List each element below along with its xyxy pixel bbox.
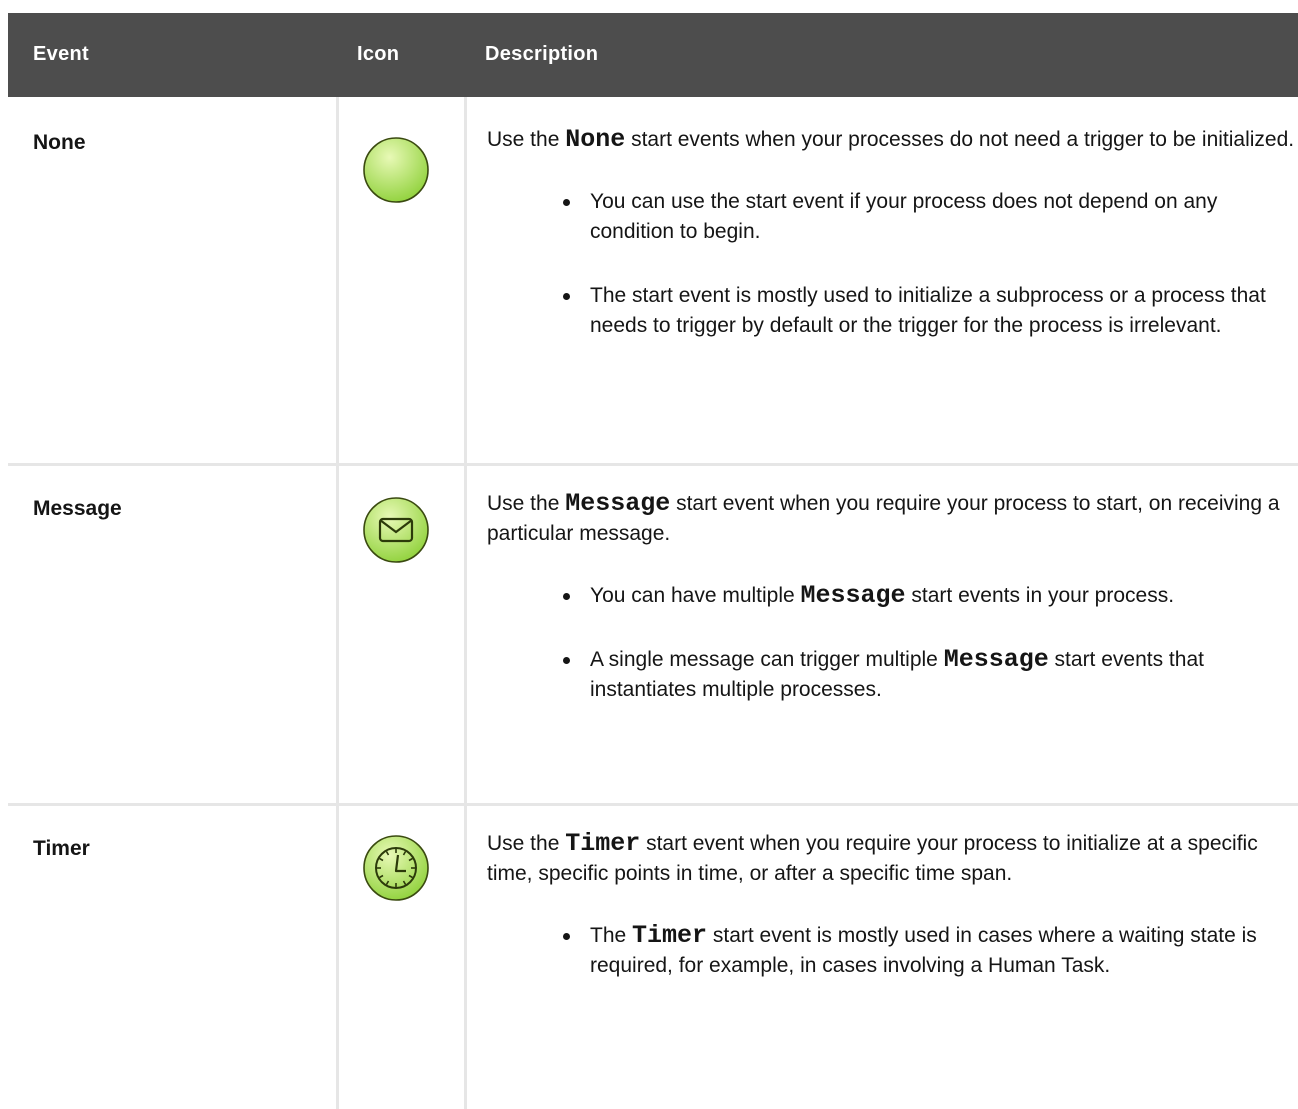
events-table: Event Icon Description None Use the None… bbox=[8, 13, 1298, 1109]
code-term: Message bbox=[943, 645, 1049, 674]
list-item: A single message can trigger multiple Me… bbox=[563, 645, 1297, 705]
none-start-event-icon bbox=[363, 137, 429, 203]
code-term: Message bbox=[800, 581, 906, 610]
list-item: The start event is mostly used to initia… bbox=[563, 281, 1297, 341]
list-item: You can have multiple Message start even… bbox=[563, 581, 1297, 611]
message-start-event-icon bbox=[363, 497, 429, 563]
table-row-none: None Use the None start events when your… bbox=[8, 97, 1298, 463]
table-header: Event Icon Description bbox=[8, 13, 1298, 97]
description-paragraph: Use the None start events when your proc… bbox=[487, 125, 1295, 154]
event-name: Timer bbox=[33, 837, 90, 860]
list-item: The Timer start event is mostly used in … bbox=[563, 921, 1297, 981]
timer-start-event-icon bbox=[363, 835, 429, 901]
bullet-list: You can have multiple Message start even… bbox=[487, 581, 1297, 705]
event-description: Use the None start events when your proc… bbox=[487, 125, 1297, 375]
event-description: Use the Timer start event when you requi… bbox=[487, 829, 1297, 1015]
bullet-list: You can use the start event if your proc… bbox=[487, 187, 1297, 341]
event-name: Message bbox=[33, 497, 122, 520]
list-item: You can use the start event if your proc… bbox=[563, 187, 1297, 247]
event-description: Use the Message start event when you req… bbox=[487, 489, 1297, 739]
description-paragraph: Use the Message start event when you req… bbox=[487, 489, 1280, 545]
table-row-timer: Timer Use the Timer start event when you… bbox=[8, 803, 1298, 1109]
header-icon: Icon bbox=[357, 43, 400, 65]
table-row-message: Message Use the Message start event when… bbox=[8, 463, 1298, 803]
header-description: Description bbox=[485, 43, 599, 65]
description-paragraph: Use the Timer start event when you requi… bbox=[487, 829, 1258, 885]
code-term: Timer bbox=[632, 921, 708, 950]
code-term: Timer bbox=[565, 829, 641, 858]
code-term: None bbox=[565, 125, 626, 154]
code-term: Message bbox=[565, 489, 671, 518]
header-event: Event bbox=[33, 43, 89, 65]
event-name: None bbox=[33, 131, 86, 154]
bullet-list: The Timer start event is mostly used in … bbox=[487, 921, 1297, 981]
